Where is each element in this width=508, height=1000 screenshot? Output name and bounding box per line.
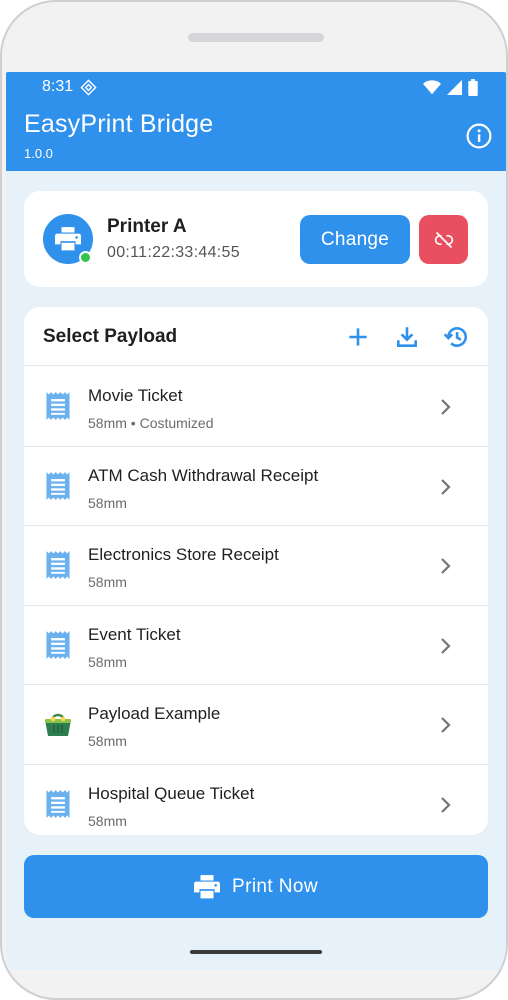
chevron-right-icon bbox=[441, 717, 451, 734]
receipt-icon bbox=[46, 551, 70, 580]
info-icon[interactable] bbox=[466, 123, 492, 149]
payload-card: Select Payload Movie Ticket 58mm • Costu… bbox=[24, 307, 488, 835]
status-icons bbox=[423, 79, 478, 96]
payload-title: Movie Ticket bbox=[88, 386, 183, 405]
print-now-button[interactable]: Print Now bbox=[24, 855, 488, 918]
change-printer-button[interactable]: Change bbox=[300, 215, 410, 264]
shopping-basket-icon bbox=[45, 714, 71, 737]
wifi-icon bbox=[423, 80, 441, 95]
home-indicator[interactable] bbox=[190, 950, 322, 954]
printer-card: Printer A 00:11:22:33:44:55 Change bbox=[24, 191, 488, 287]
add-icon[interactable] bbox=[345, 324, 371, 350]
payload-subtitle: 58mm bbox=[88, 653, 127, 670]
payload-title: Payload Example bbox=[88, 704, 221, 724]
status-time: 8:31 bbox=[42, 78, 74, 95]
payload-item-movie-ticket[interactable]: Movie Ticket 58mm • Costumized bbox=[24, 367, 488, 447]
payload-item-electronics-receipt[interactable]: Electronics Store Receipt 58mm bbox=[24, 526, 488, 606]
status-notification-icon bbox=[80, 79, 97, 96]
payload-section-title: Select Payload bbox=[43, 326, 178, 347]
signal-icon bbox=[447, 80, 462, 95]
chevron-right-icon bbox=[441, 399, 451, 415]
payload-subtitle: 58mm bbox=[88, 574, 127, 591]
chevron-right-icon bbox=[441, 558, 451, 574]
battery-icon bbox=[468, 79, 478, 96]
history-icon[interactable] bbox=[443, 324, 469, 350]
app-bar: 8:31 EasyPrint Bridge 1.0.0 bbox=[6, 72, 506, 171]
phone-speaker bbox=[188, 33, 324, 42]
payload-item-payload-example[interactable]: Payload Example 58mm bbox=[24, 685, 488, 765]
receipt-icon bbox=[46, 630, 70, 659]
chevron-right-icon bbox=[441, 478, 451, 495]
payload-item-atm-receipt[interactable]: ATM Cash Withdrawal Receipt 58mm bbox=[24, 447, 488, 527]
phone-frame: 8:31 EasyPrint Bridge 1.0.0 Printer A 00… bbox=[0, 0, 508, 1000]
app-title: EasyPrint Bridge bbox=[24, 110, 214, 138]
chevron-right-icon bbox=[441, 638, 451, 654]
printer-name: Printer A bbox=[107, 216, 187, 237]
payload-subtitle: 58mm bbox=[88, 494, 127, 511]
app-screen: 8:31 EasyPrint Bridge 1.0.0 Printer A 00… bbox=[6, 72, 506, 970]
app-version: 1.0.0 bbox=[24, 146, 53, 161]
payload-subtitle: 58mm bbox=[88, 733, 127, 750]
receipt-icon bbox=[46, 392, 70, 420]
chevron-right-icon bbox=[441, 797, 451, 813]
printer-mac-address: 00:11:22:33:44:55 bbox=[107, 244, 240, 261]
printer-icon bbox=[194, 874, 221, 898]
link-off-icon bbox=[434, 231, 453, 248]
receipt-icon bbox=[46, 790, 70, 818]
payload-subtitle: 58mm bbox=[88, 812, 127, 829]
payload-subtitle: 58mm • Costumized bbox=[88, 415, 214, 431]
receipt-icon bbox=[46, 471, 70, 500]
payload-header: Select Payload bbox=[24, 307, 488, 366]
disconnect-button[interactable] bbox=[419, 215, 468, 264]
print-now-label: Print Now bbox=[232, 875, 318, 897]
payload-title: Event Ticket bbox=[88, 624, 181, 644]
payload-item-event-ticket[interactable]: Event Ticket 58mm bbox=[24, 606, 488, 686]
download-icon[interactable] bbox=[394, 324, 420, 350]
payload-title: Hospital Queue Ticket bbox=[88, 783, 255, 803]
payload-title: ATM Cash Withdrawal Receipt bbox=[88, 465, 319, 485]
payload-list: Movie Ticket 58mm • Costumized ATM Cash … bbox=[24, 367, 488, 835]
payload-title: Electronics Store Receipt bbox=[88, 545, 279, 565]
payload-item-hospital-queue[interactable]: Hospital Queue Ticket 58mm bbox=[24, 765, 488, 835]
printer-online-indicator bbox=[79, 251, 92, 264]
printer-icon bbox=[55, 227, 81, 251]
